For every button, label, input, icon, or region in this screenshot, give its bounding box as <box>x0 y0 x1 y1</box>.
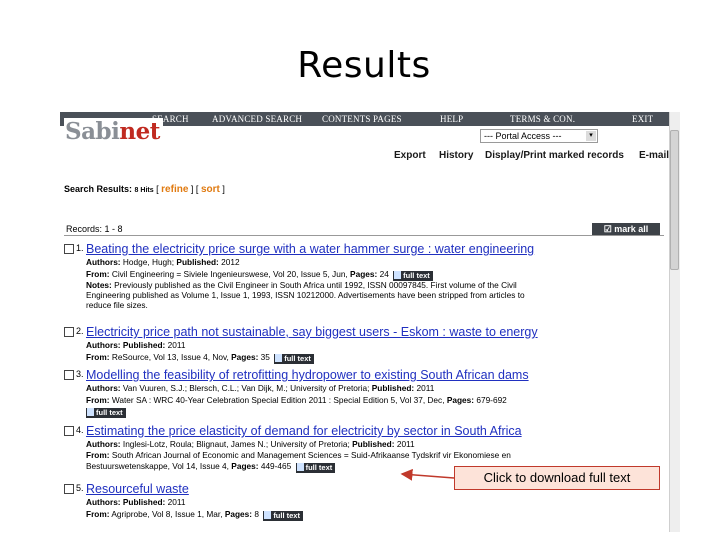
record-title-link[interactable]: Modelling the feasibility of retrofittin… <box>86 368 529 382</box>
record-number: 5. <box>76 483 84 493</box>
sabinet-logo[interactable]: Sabinet <box>64 118 163 145</box>
portal-access-value: --- Portal Access --- <box>484 131 562 141</box>
search-results-line: Search Results: 8 Hits [ refine ] [ sort… <box>64 184 225 195</box>
record-title-link[interactable]: Electricity price path not sustainable, … <box>86 325 538 339</box>
record-source: From: Water SA : WRC 40-Year Celebration… <box>86 395 507 405</box>
portal-access-select[interactable]: --- Portal Access --- ▾ <box>480 129 598 143</box>
refine-link[interactable]: refine <box>161 184 188 195</box>
slide-title: Results <box>297 45 431 86</box>
full-text-button[interactable]: full text <box>263 511 303 521</box>
record-fulltext-row: full text <box>86 406 126 418</box>
record-number: 2. <box>76 326 84 336</box>
record-source: From: South African Journal of Economic … <box>86 450 511 460</box>
record-checkbox[interactable] <box>64 370 74 380</box>
records-range: Records: 1 - 8 <box>66 224 123 234</box>
scrollbar-thumb[interactable] <box>670 130 679 270</box>
record-checkbox[interactable] <box>64 426 74 436</box>
nav-help[interactable]: HELP <box>440 114 463 124</box>
record-checkbox[interactable] <box>64 244 74 254</box>
chevron-down-icon: ▾ <box>586 131 596 141</box>
document-icon <box>264 511 272 519</box>
record-number: 3. <box>76 369 84 379</box>
full-text-button[interactable]: full text <box>274 354 314 364</box>
logo-text-accent: net <box>119 118 160 145</box>
bracket-open: [ <box>156 184 159 194</box>
record-authors: Authors: Van Vuuren, S.J.; Blersch, C.L.… <box>86 383 435 393</box>
sort-link[interactable]: sort <box>201 184 220 195</box>
record-source-line: Bestuurswetenskappe, Vol 14, Issue 4, Pa… <box>86 461 336 473</box>
nav-terms[interactable]: TERMS & CON. <box>510 114 575 124</box>
record-notes: Notes: Previously published as the Civil… <box>86 280 517 290</box>
hits-count: 8 Hits <box>134 187 154 194</box>
record-notes-line: Engineering published as Volume 1, Issue… <box>86 290 525 300</box>
record-source: From: Agriprobe, Vol 8, Issue 1, Mar, Pa… <box>86 509 303 521</box>
history-link[interactable]: History <box>439 150 473 161</box>
bracket-close: ] <box>222 184 225 194</box>
logo-text-main: Sabi <box>65 118 120 145</box>
record-title-link[interactable]: Beating the electricity price surge with… <box>86 242 534 256</box>
record-title-link[interactable]: Estimating the price elasticity of deman… <box>86 424 522 438</box>
mark-all-label: mark all <box>614 224 649 234</box>
nav-advanced-search[interactable]: ADVANCED SEARCH <box>212 114 302 124</box>
display-print-link[interactable]: Display/Print marked records <box>485 150 624 161</box>
record-authors: Authors: Published: 2011 <box>86 497 186 507</box>
record-number: 4. <box>76 425 84 435</box>
document-icon <box>87 408 94 416</box>
document-icon <box>394 271 402 279</box>
search-results-label: Search Results: <box>64 184 133 194</box>
record-title-link[interactable]: Resourceful waste <box>86 482 189 496</box>
vertical-scrollbar[interactable] <box>669 112 680 532</box>
full-text-button[interactable]: full text <box>86 408 126 418</box>
record-source: From: ReSource, Vol 13, Issue 4, Nov, Pa… <box>86 352 314 364</box>
nav-exit[interactable]: EXIT <box>632 114 653 124</box>
record-checkbox[interactable] <box>64 327 74 337</box>
records-header: Records: 1 - 8 ☑ mark all <box>64 222 664 236</box>
record-authors: Authors: Inglesi-Lotz, Roula; Blignaut, … <box>86 439 415 449</box>
document-icon <box>296 463 304 471</box>
record-authors: Authors: Published: 2011 <box>86 340 186 350</box>
nav-contents-pages[interactable]: CONTENTS PAGES <box>322 114 402 124</box>
export-link[interactable]: Export <box>394 150 426 161</box>
bracket-mid: ] [ <box>190 184 199 194</box>
mark-all-button[interactable]: ☑ mark all <box>592 223 660 235</box>
record-authors: Authors: Hodge, Hugh; Published: 2012 <box>86 257 240 267</box>
record-checkbox[interactable] <box>64 484 74 494</box>
full-text-button[interactable]: full text <box>295 463 336 473</box>
callout-box: Click to download full text <box>454 466 660 490</box>
record-number: 1. <box>76 243 84 253</box>
email-link[interactable]: E-mail <box>639 150 669 161</box>
document-icon <box>275 354 283 362</box>
record-notes-line: reduce file sizes. <box>86 300 148 310</box>
